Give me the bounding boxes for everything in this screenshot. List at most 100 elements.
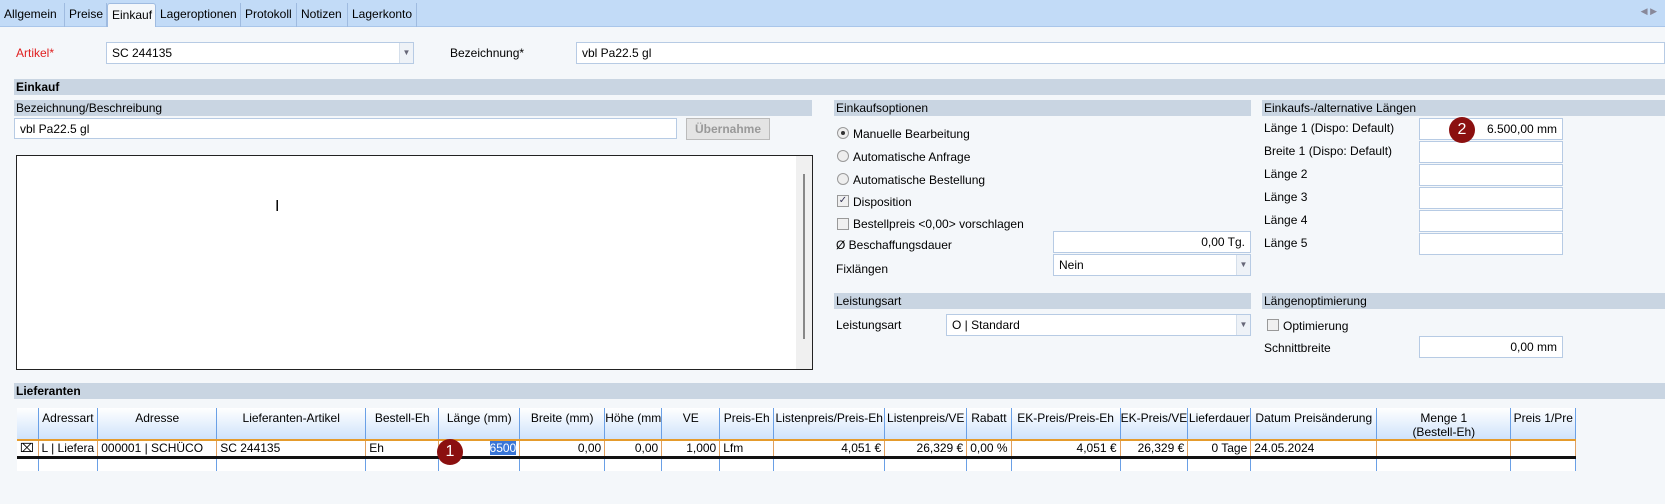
table-cell[interactable]: 0 Tage (1187, 439, 1252, 459)
tab-allgemein[interactable]: Allgemein (0, 3, 65, 27)
table-cell[interactable] (884, 457, 968, 471)
schnittbreite-input[interactable]: 0,00 mm (1419, 336, 1563, 358)
table-cell[interactable]: 1,000 (661, 439, 721, 459)
disposition-checkbox[interactable]: ✓ (837, 195, 849, 207)
table-cell[interactable] (773, 457, 886, 471)
leistungsart-select[interactable]: O | Standard ▼ (946, 314, 1251, 336)
section-laengen: Einkaufs-/alternative Längen (1262, 100, 1665, 116)
column-header[interactable]: Listenpreis/Preis-Eh (773, 408, 886, 440)
table-cell[interactable] (1510, 439, 1577, 459)
table-cell[interactable] (216, 457, 367, 471)
column-header[interactable] (17, 408, 39, 440)
new-row[interactable] (17, 457, 1577, 471)
column-header[interactable]: Listenpreis/VE (884, 408, 968, 440)
laenge-input[interactable]: 6.500,00 mm (1419, 118, 1563, 140)
table-cell[interactable] (1376, 457, 1512, 471)
table-cell[interactable]: Eh (365, 439, 440, 459)
section-lieferanten: Lieferanten (14, 383, 1665, 399)
artikel-combobox[interactable]: SC 244135 ▼ (106, 42, 414, 64)
table-cell[interactable] (719, 457, 775, 471)
description-textarea[interactable]: I (16, 155, 813, 370)
scrollbar[interactable] (796, 156, 812, 369)
table-cell[interactable] (604, 457, 663, 471)
chevron-down-icon[interactable]: ▼ (1236, 255, 1250, 275)
section-beschreibung: Bezeichnung/Beschreibung (14, 100, 812, 116)
table-cell[interactable]: 26,329 € (884, 439, 968, 459)
table-cell[interactable] (97, 457, 218, 471)
column-header[interactable]: Adressart (38, 408, 99, 440)
table-cell[interactable]: 4,051 € (773, 439, 886, 459)
tab-preise[interactable]: Preise (65, 3, 107, 27)
beschreibung-input[interactable]: vbl Pa22.5 gl (14, 118, 677, 139)
column-header[interactable]: Datum Preisänderung (1250, 408, 1378, 440)
radio-2[interactable] (837, 173, 849, 185)
column-header[interactable]: EK-Preis/Preis-Eh (1011, 408, 1121, 440)
column-header[interactable]: Lieferanten-Artikel (216, 408, 367, 440)
column-header[interactable]: Länge (mm) (438, 408, 521, 440)
schnittbreite-label: Schnittbreite (1264, 341, 1331, 355)
table-cell[interactable]: ⌧ (17, 439, 39, 459)
table-cell[interactable]: Lfm (719, 439, 775, 459)
beschaffungsdauer-input[interactable]: 0,00 Tg. (1053, 231, 1251, 253)
table-cell[interactable] (1187, 457, 1252, 471)
column-header[interactable]: Lieferdauer (1187, 408, 1252, 440)
table-cell[interactable]: 24.05.2024 (1250, 439, 1378, 459)
laenge-input[interactable] (1419, 164, 1563, 186)
table-cell[interactable]: SC 244135 (216, 439, 367, 459)
table-cell[interactable]: 0,00 (604, 439, 663, 459)
bezeichnung-input[interactable]: vbl Pa22.5 gl (576, 42, 1665, 64)
table-cell[interactable] (1250, 457, 1378, 471)
column-header[interactable]: EK-Preis/VE (1120, 408, 1189, 440)
tab-lagerkonto[interactable]: Lagerkonto (348, 3, 417, 27)
chevron-down-icon[interactable]: ▼ (399, 43, 413, 63)
leistungsart-label: Leistungsart (836, 318, 902, 332)
table-cell[interactable]: 26,329 € (1120, 439, 1189, 459)
table-cell[interactable]: 0,00 (519, 439, 606, 459)
laenge-input[interactable] (1419, 210, 1563, 232)
table-cell[interactable] (17, 457, 39, 471)
table-row[interactable]: ⌧ L | Liefera 000001 | SCHÜCO SC 244135 Eh 65… (17, 439, 1577, 459)
column-header[interactable]: Adresse (97, 408, 218, 440)
column-header[interactable]: Preis 1/Pre (1510, 408, 1577, 440)
table-cell[interactable]: 000001 | SCHÜCO (97, 439, 218, 459)
table-cell[interactable] (365, 457, 440, 471)
laenge-label: Länge 4 (1264, 213, 1308, 227)
column-header[interactable]: Breite (mm) (519, 408, 606, 440)
column-header[interactable]: Preis-Eh (719, 408, 775, 440)
chevron-down-icon[interactable]: ▼ (1236, 315, 1250, 335)
radio-0[interactable] (837, 127, 849, 139)
laenge-input[interactable] (1419, 187, 1563, 209)
table-cell[interactable] (661, 457, 721, 471)
table-cell[interactable] (1011, 457, 1121, 471)
table-cell[interactable] (38, 457, 99, 471)
uebernahme-button[interactable]: Übernahme (686, 118, 770, 140)
tab-scroll-icons[interactable]: ◀ ▶ (1641, 6, 1657, 17)
laenge-input[interactable] (1419, 141, 1563, 163)
section-einkaufsoptionen: Einkaufsoptionen (834, 100, 1251, 116)
table-cell[interactable]: 4,051 € (1011, 439, 1121, 459)
scrollbar-thumb[interactable] (803, 174, 805, 339)
table-cell[interactable] (1510, 457, 1577, 471)
column-header[interactable]: Menge 1 (Bestell-Eh) (1376, 408, 1512, 440)
table-cell[interactable] (519, 457, 606, 471)
bestellpreis-checkbox[interactable] (837, 218, 849, 230)
tab-einkauf[interactable]: Einkauf (107, 3, 156, 27)
fixlaengen-select[interactable]: Nein ▼ (1053, 254, 1251, 276)
column-header[interactable]: VE (661, 408, 721, 440)
column-header[interactable]: Rabatt (966, 408, 1012, 440)
table-cell[interactable] (1376, 439, 1512, 459)
radio-1[interactable] (837, 150, 849, 162)
tab-protokoll[interactable]: Protokoll (241, 3, 297, 27)
laenge-input[interactable] (1419, 233, 1563, 255)
table-cell[interactable] (966, 457, 1012, 471)
table-cell[interactable]: L | Liefera (38, 439, 99, 459)
tab-lageroptionen[interactable]: Lageroptionen (156, 3, 241, 27)
optimierung-checkbox[interactable] (1267, 319, 1279, 331)
tab-notizen[interactable]: Notizen (297, 3, 348, 27)
section-einkauf: Einkauf (14, 79, 1665, 95)
column-header[interactable]: Bestell-Eh (365, 408, 440, 440)
table-cell[interactable]: 0,00 % (966, 439, 1012, 459)
lieferanten-table: Adressart Adresse Lieferanten-Artikel Beste… (17, 408, 1577, 471)
table-cell[interactable] (1120, 457, 1189, 471)
column-header[interactable]: Höhe (mm (604, 408, 663, 440)
